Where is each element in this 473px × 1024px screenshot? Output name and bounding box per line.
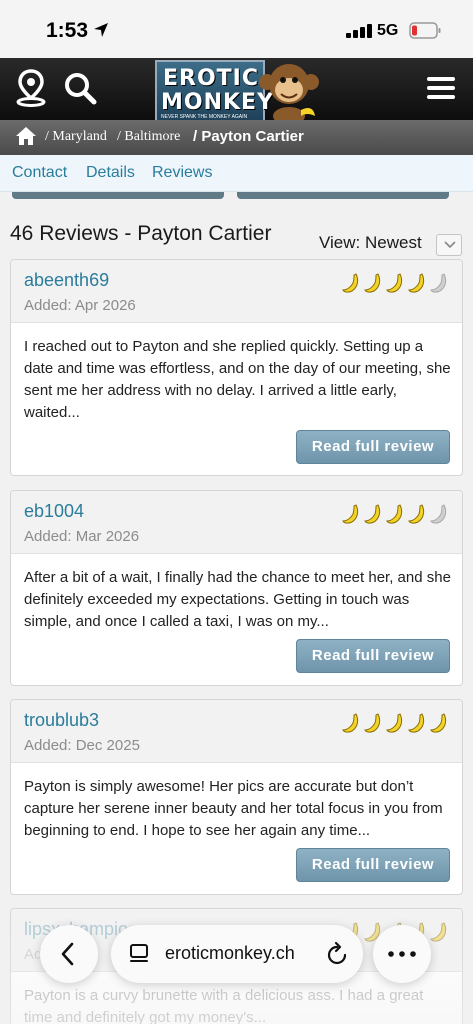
review-card-header: eb1004 Added: Mar 2026 bbox=[11, 491, 462, 554]
review-card-header: abeenth69 Added: Apr 2026 bbox=[11, 260, 462, 323]
status-bar: 1:53 5G bbox=[0, 0, 473, 58]
status-time: 1:53 bbox=[46, 19, 89, 42]
page-tabs-icon[interactable] bbox=[128, 943, 150, 965]
search-icon[interactable] bbox=[63, 71, 97, 105]
review-card: abeenth69 Added: Apr 2026 I reached out … bbox=[10, 259, 463, 476]
banana-icon bbox=[342, 713, 359, 733]
review-date: Added: Apr 2026 bbox=[24, 297, 136, 314]
sort-dropdown[interactable] bbox=[436, 234, 462, 256]
network-type: 5G bbox=[377, 22, 399, 39]
banana-icon bbox=[364, 713, 381, 733]
banana-icon bbox=[430, 273, 447, 293]
banana-icon bbox=[408, 273, 425, 293]
reviewer-name[interactable]: eb1004 bbox=[24, 501, 84, 522]
more-dots-icon bbox=[388, 951, 416, 957]
browser-back-button[interactable] bbox=[40, 925, 98, 983]
breadcrumb-current: / Payton Cartier bbox=[193, 128, 304, 145]
url-text: eroticmonkey.ch bbox=[165, 943, 295, 963]
chevron-left-icon bbox=[61, 942, 74, 966]
hamburger-menu-icon[interactable] bbox=[425, 74, 457, 102]
signal-bars-icon bbox=[346, 24, 372, 38]
reviewer-name[interactable]: abeenth69 bbox=[24, 270, 109, 291]
browser-address-bar[interactable]: eroticmonkey.ch bbox=[111, 925, 363, 983]
banana-icon bbox=[342, 273, 359, 293]
banana-rating bbox=[341, 712, 450, 734]
sort-view-label: View: Newest bbox=[319, 233, 422, 252]
reload-icon[interactable] bbox=[325, 941, 349, 967]
banana-icon bbox=[342, 504, 359, 524]
scrolled-button-edge bbox=[12, 192, 224, 199]
location-arrow-icon bbox=[94, 23, 108, 37]
banana-rating bbox=[341, 272, 450, 294]
review-card: troublub3 Added: Dec 2025 Payton is simp… bbox=[10, 699, 463, 895]
reviews-count-title: 46 Reviews - Payton Cartier bbox=[10, 222, 272, 245]
breadcrumb-baltimore[interactable]: / Baltimore bbox=[117, 129, 180, 145]
banana-icon bbox=[408, 504, 425, 524]
banana-icon bbox=[364, 273, 381, 293]
tab-reviews[interactable]: Reviews bbox=[152, 164, 212, 182]
breadcrumb: / Maryland / Baltimore / Payton Cartier bbox=[0, 120, 473, 155]
battery-icon bbox=[409, 22, 441, 39]
banana-icon bbox=[386, 713, 403, 733]
review-excerpt: After a bit of a wait, I finally had the… bbox=[24, 569, 451, 630]
monkey-mascot-icon bbox=[259, 64, 319, 124]
chevron-down-icon bbox=[444, 241, 456, 249]
review-card: eb1004 Added: Mar 2026 After a bit of a … bbox=[10, 490, 463, 686]
review-date: Added: Mar 2026 bbox=[24, 528, 140, 545]
review-excerpt: Payton is a curvy brunette with a delici… bbox=[24, 987, 424, 1024]
banana-icon bbox=[386, 504, 403, 524]
review-excerpt: I reached out to Payton and she replied … bbox=[24, 338, 451, 421]
logo-text-1: EROTIC bbox=[163, 66, 260, 91]
scrolled-button-edge bbox=[237, 192, 449, 199]
browser-more-button[interactable] bbox=[373, 925, 431, 983]
banana-icon bbox=[364, 504, 381, 524]
location-pin-icon[interactable] bbox=[14, 68, 48, 108]
erotic-monkey-logo[interactable]: EROTIC MONKEY NEVER SPANK THE MONKEY AGA… bbox=[155, 60, 323, 124]
read-full-review-button[interactable]: Read full review bbox=[296, 848, 450, 882]
banana-rating bbox=[341, 503, 450, 525]
site-header: EROTIC MONKEY NEVER SPANK THE MONKEY AGA… bbox=[0, 58, 473, 124]
banana-icon bbox=[430, 713, 447, 733]
read-full-review-button[interactable]: Read full review bbox=[296, 639, 450, 673]
tab-contact[interactable]: Contact bbox=[12, 164, 67, 182]
read-full-review-button[interactable]: Read full review bbox=[296, 430, 450, 464]
review-excerpt: Payton is simply awesome! Her pics are a… bbox=[24, 778, 443, 839]
banana-icon bbox=[430, 504, 447, 524]
banana-icon bbox=[386, 273, 403, 293]
banana-icon bbox=[408, 713, 425, 733]
reviewer-name[interactable]: troublub3 bbox=[24, 710, 99, 731]
review-card-header: troublub3 Added: Dec 2025 bbox=[11, 700, 462, 763]
banana-icon bbox=[430, 922, 447, 942]
profile-tabs: Contact Details Reviews bbox=[0, 155, 473, 192]
logo-panel: EROTIC MONKEY NEVER SPANK THE MONKEY AGA… bbox=[155, 60, 273, 122]
review-date: Added: Dec 2025 bbox=[24, 737, 140, 754]
tab-details[interactable]: Details bbox=[86, 164, 135, 182]
home-icon[interactable] bbox=[15, 126, 37, 146]
breadcrumb-maryland[interactable]: / Maryland bbox=[45, 129, 107, 145]
